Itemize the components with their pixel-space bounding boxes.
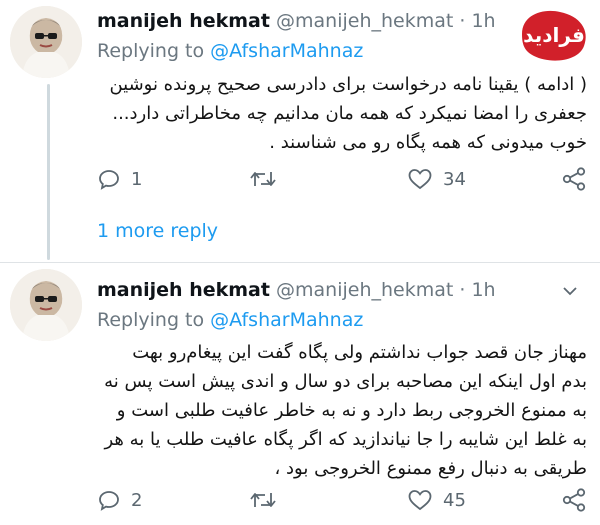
tweet-header: manijeh hekmat @manijeh_hekmat · 1h [97,279,496,301]
show-more-replies-link[interactable]: 1 more reply [97,220,218,242]
tweet-text-line: ( ادامه ) یقینا نامه درخواست برای دادرسی… [109,74,587,95]
replying-prefix: Replying to [97,40,205,62]
reply-icon [99,491,119,511]
tweet-text-line: خوب میدونی که همه پگاه رو می شناسند . [269,132,587,153]
user-handle[interactable]: @manijeh_hekmat [276,10,453,32]
like-count: 34 [443,168,466,190]
retweet-icon [250,172,276,186]
reply-count: 2 [131,489,143,511]
action-bar: 2 45 [97,485,597,515]
like-icon [408,169,432,190]
replying-to: Replying to @AfsharMahnaz [97,40,363,62]
like-button[interactable]: 34 [407,164,466,194]
avatar[interactable] [10,6,82,78]
timestamp[interactable]: 1h [471,10,495,32]
mention-link[interactable]: @AfsharMahnaz [210,40,363,62]
tweet-text-line: به ممنوع الخروجی ربط دارد و نه به خاطر ع… [116,400,587,421]
user-handle[interactable]: @manijeh_hekmat [276,279,453,301]
display-name[interactable]: manijeh hekmat [97,279,270,301]
separator: · [459,10,466,32]
tweet-text-line: مهناز جان قصد جواب نداشتم ولی پگاه گفت ا… [132,342,587,363]
mention-link[interactable]: @AfsharMahnaz [210,309,363,331]
like-count: 45 [443,489,466,511]
avatar[interactable] [10,269,82,341]
tweet-header: manijeh hekmat @manijeh_hekmat · 1h [97,10,496,32]
tweet-text: مهناز جان قصد جواب نداشتم ولی پگاه گفت ا… [97,338,587,483]
thread-line [47,84,50,260]
tweet-text-line: طریقی به دنبال رفع ممنوع الخروجی بود ، [274,458,588,479]
tweet-1[interactable]: manijeh hekmat @manijeh_hekmat · 1h Repl… [0,0,600,262]
share-button[interactable] [561,485,587,515]
tweet-text: ( ادامه ) یقینا نامه درخواست برای دادرسی… [97,70,587,157]
like-icon [408,490,432,511]
replying-prefix: Replying to [97,309,205,331]
share-button[interactable] [561,164,587,194]
svg-text:فرادید: فرادید [523,23,585,47]
watermark-logo: فرادید [514,4,594,66]
tweet-2[interactable]: manijeh hekmat @manijeh_hekmat · 1h Repl… [0,263,600,525]
tweet-text-line: به غلط این شایبه را جا نیاندازید که اگر … [104,429,588,450]
share-icon [562,488,586,512]
separator: · [459,279,466,301]
reply-button[interactable]: 1 [97,164,142,194]
timestamp[interactable]: 1h [471,279,495,301]
reply-button[interactable]: 2 [97,485,142,515]
tweet-text-line: بدم اول اینکه این مصاحبه برای دو سال و ا… [104,371,587,392]
retweet-icon [250,493,276,507]
reply-count: 1 [131,168,143,190]
action-bar: 1 34 [97,164,597,194]
like-button[interactable]: 45 [407,485,466,515]
more-options-button[interactable] [560,281,580,305]
tweet-text-line: جعفری را امضا نمیکرد که همه مان مدانیم چ… [112,103,587,124]
reply-icon [99,170,119,190]
replying-to: Replying to @AfsharMahnaz [97,309,363,331]
retweet-button[interactable] [249,164,287,194]
share-icon [562,167,586,191]
retweet-button[interactable] [249,485,287,515]
chevron-down-icon [563,287,577,296]
display-name[interactable]: manijeh hekmat [97,10,270,32]
